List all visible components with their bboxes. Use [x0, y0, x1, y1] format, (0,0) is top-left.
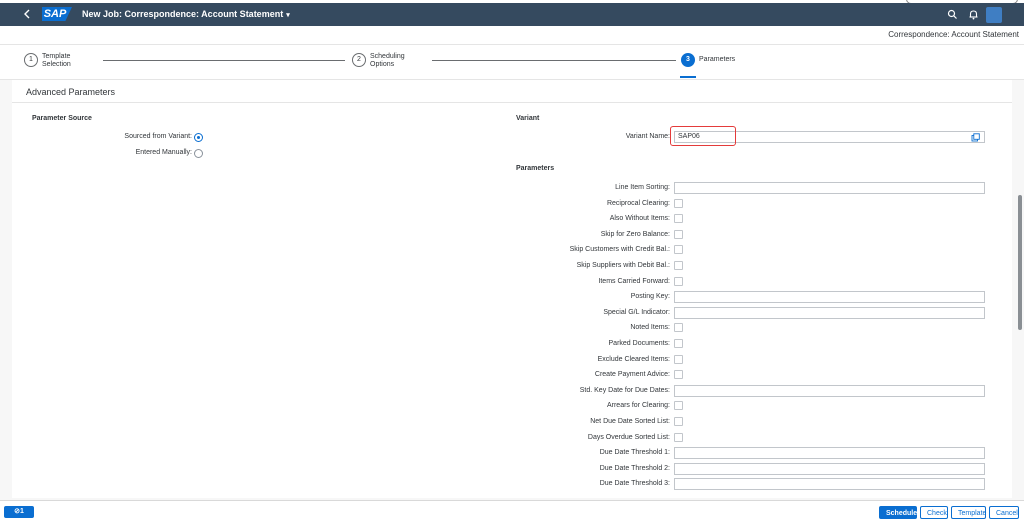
value-help-icon[interactable]	[971, 133, 980, 142]
radio-entered-manually[interactable]	[194, 149, 203, 158]
wizard-progress: 1 Template Selection 2 Scheduling Option…	[0, 45, 1024, 80]
param-checkbox[interactable]	[674, 355, 683, 364]
param-input[interactable]	[674, 385, 985, 397]
back-button[interactable]	[20, 7, 34, 21]
object-title: Correspondence: Account Statement	[888, 30, 1019, 39]
param-input[interactable]	[674, 182, 985, 194]
param-input[interactable]	[674, 463, 985, 475]
param-checkbox[interactable]	[674, 214, 683, 223]
param-label: Posting Key:	[630, 293, 670, 300]
avatar[interactable]	[986, 7, 1002, 23]
param-label: Skip Suppliers with Debit Bal.:	[576, 262, 670, 269]
search-icon[interactable]	[947, 9, 958, 20]
sap-logo[interactable]: SAP	[42, 7, 72, 21]
template-button[interactable]: Template	[951, 506, 986, 519]
param-label: Noted Items:	[630, 324, 670, 331]
param-checkbox[interactable]	[674, 401, 683, 410]
param-label: Create Payment Advice:	[594, 371, 670, 378]
parameter-source-title: Parameter Source	[32, 115, 92, 122]
param-input[interactable]	[674, 478, 985, 490]
param-input[interactable]	[674, 447, 985, 459]
wizard-connector-1	[103, 60, 345, 61]
wizard-step-1-label: Template Selection	[42, 53, 71, 68]
radio-label-manual: Entered Manually:	[135, 149, 192, 156]
param-label: Exclude Cleared Items:	[597, 356, 670, 363]
message-popover-button[interactable]: ⊘1	[4, 506, 34, 518]
schedule-button[interactable]: Schedule	[879, 506, 917, 519]
check-button[interactable]: Check	[920, 506, 948, 519]
param-checkbox[interactable]	[674, 261, 683, 270]
param-label: Skip Customers with Credit Bal.:	[569, 246, 670, 253]
wizard-step-3-label: Parameters	[699, 56, 736, 63]
param-checkbox[interactable]	[674, 245, 683, 254]
wizard-step-3[interactable]: 3	[681, 53, 695, 67]
wizard-connector-2	[432, 60, 676, 61]
wizard-step-1[interactable]: 1	[24, 53, 38, 67]
param-label: Arrears for Clearing:	[606, 402, 670, 409]
param-checkbox[interactable]	[674, 323, 683, 332]
app-title[interactable]: New Job: Correspondence: Account Stateme…	[82, 7, 290, 21]
param-label: Line Item Sorting:	[615, 184, 670, 191]
param-checkbox[interactable]	[674, 277, 683, 286]
param-checkbox[interactable]	[674, 433, 683, 442]
param-label: Due Date Threshold 1:	[599, 449, 670, 456]
param-label: Std. Key Date for Due Dates:	[579, 387, 670, 394]
param-label: Items Carried Forward:	[598, 278, 670, 285]
variant-title: Variant	[516, 115, 540, 122]
shell-bar: SAP New Job: Correspondence: Account Sta…	[0, 3, 1024, 26]
param-label: Reciprocal Clearing:	[606, 200, 670, 207]
param-checkbox[interactable]	[674, 339, 683, 348]
param-label: Special G/L Indicator:	[603, 309, 670, 316]
param-label: Due Date Threshold 3:	[599, 480, 670, 487]
param-label: Days Overdue Sorted List:	[587, 434, 670, 441]
param-label: Skip for Zero Balance:	[600, 231, 670, 238]
variant-name-label: Variant Name:	[625, 133, 670, 140]
radio-label-variant: Sourced from Variant:	[124, 133, 192, 140]
scrollbar-thumb[interactable]	[1018, 195, 1022, 330]
param-label: Also Without Items:	[609, 215, 670, 222]
parameters-title: Parameters	[516, 165, 555, 172]
section-divider	[12, 102, 1012, 103]
content-panel: Advanced Parameters Parameter Source Sou…	[12, 80, 1012, 498]
param-checkbox[interactable]	[674, 199, 683, 208]
cancel-button[interactable]: Cancel	[989, 506, 1019, 519]
chevron-left-icon	[24, 9, 30, 19]
wizard-step-2-label: Scheduling Options	[370, 53, 405, 68]
sub-header: Correspondence: Account Statement	[0, 26, 1024, 45]
param-label: Parked Documents:	[608, 340, 670, 347]
param-input[interactable]	[674, 307, 985, 319]
param-checkbox[interactable]	[674, 230, 683, 239]
param-input[interactable]	[674, 291, 985, 303]
param-checkbox[interactable]	[674, 370, 683, 379]
param-checkbox[interactable]	[674, 417, 683, 426]
radio-sourced-from-variant[interactable]	[194, 133, 203, 142]
wizard-step-2[interactable]: 2	[352, 53, 366, 67]
param-label: Net Due Date Sorted List:	[590, 418, 670, 425]
app-title-caret: ▾	[286, 12, 290, 19]
bell-icon[interactable]	[968, 9, 979, 20]
param-label: Due Date Threshold 2:	[599, 465, 670, 472]
variant-name-highlight	[670, 126, 736, 146]
wizard-active-indicator	[680, 76, 696, 78]
app-title-text: New Job: Correspondence: Account Stateme…	[82, 9, 284, 19]
footer-bar: ⊘1 Schedule Check Template Cancel	[0, 500, 1024, 524]
section-title: Advanced Parameters	[26, 87, 116, 97]
